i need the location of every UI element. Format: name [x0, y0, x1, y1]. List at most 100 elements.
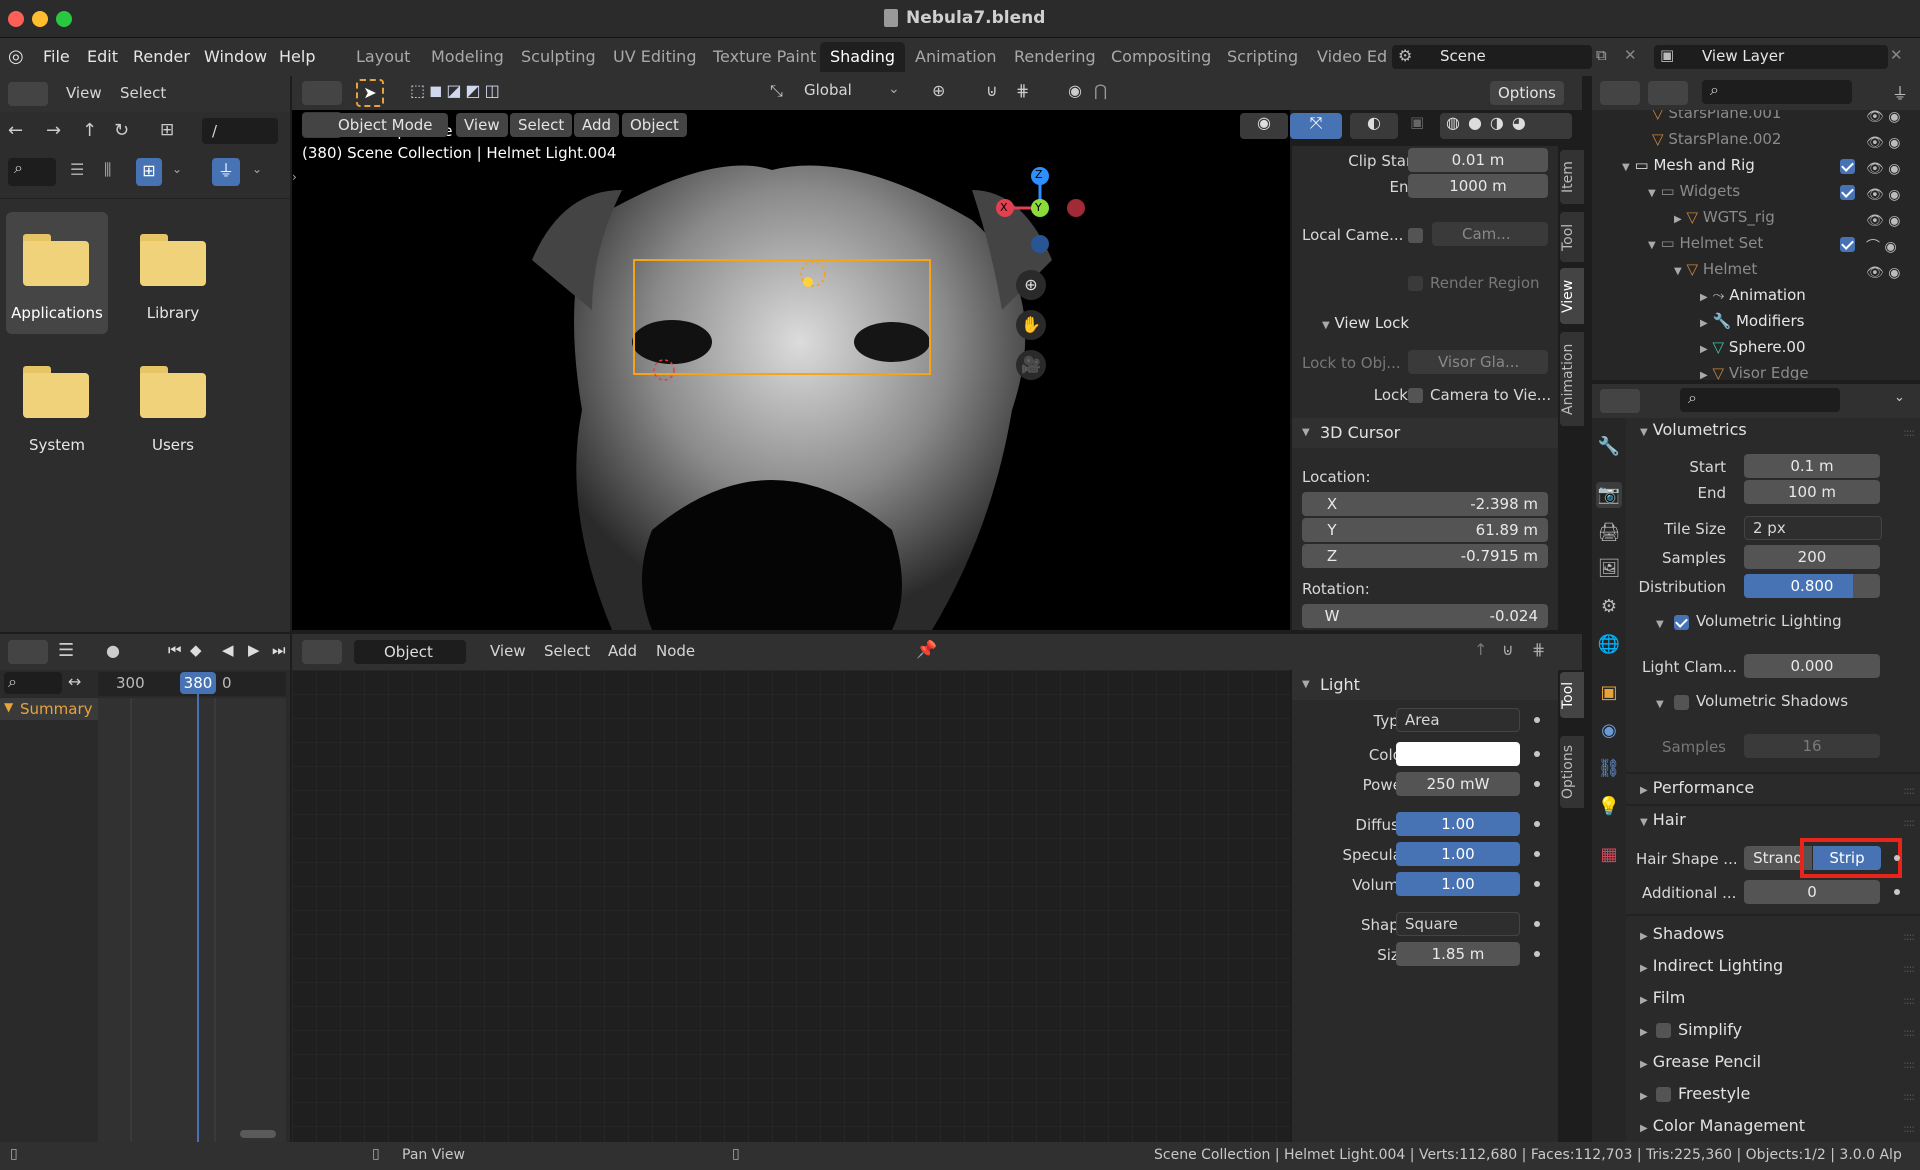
shadow-samples-field[interactable]: 16	[1744, 734, 1880, 758]
volumetric-shadows-checkbox[interactable]	[1674, 695, 1689, 710]
texture-tab-icon[interactable]: ▦	[1596, 842, 1622, 868]
sidebar-tab-tool[interactable]: Tool	[1560, 212, 1584, 262]
properties-options-icon[interactable]: ⌄	[1894, 390, 1905, 405]
prev-keyframe-icon[interactable]: ◆	[190, 641, 202, 659]
tab-video-editing[interactable]: Video Ed	[1307, 42, 1397, 72]
tab-modeling[interactable]: Modeling	[421, 42, 514, 72]
visibility-column[interactable]: 👁 ◉ 👁 ◉ 👁 ◉ 👁 ◉ 👁 ◉ ⌒ ◉ 👁 ◉	[1866, 110, 1916, 286]
tab-animation[interactable]: Animation	[905, 42, 1007, 72]
local-camera-field[interactable]: Cam...	[1432, 222, 1548, 246]
keyframe-dot[interactable]	[1534, 851, 1540, 857]
menu-window[interactable]: Window	[204, 47, 267, 66]
sidebar-tab-view[interactable]: View	[1560, 268, 1584, 324]
toolbar-expand-icon[interactable]: ›	[292, 170, 302, 184]
tab-uv-editing[interactable]: UV Editing	[603, 42, 706, 72]
volumetrics-header[interactable]: ▼ Volumetrics	[1640, 420, 1747, 439]
menu-render[interactable]: Render	[133, 47, 190, 66]
node-tab-tool[interactable]: Tool	[1560, 672, 1584, 718]
maximize-window-button[interactable]	[56, 11, 72, 27]
keyframe-dot[interactable]	[1534, 751, 1540, 757]
drag-handle-icon[interactable]: ::::	[1903, 816, 1915, 829]
summary-row[interactable]: ▼ Summary	[0, 698, 98, 720]
view-lock-header[interactable]: ▼ View Lock	[1322, 314, 1409, 332]
keyframe-dot[interactable]	[1534, 717, 1540, 723]
lock-to-object-field[interactable]: Visor Gla...	[1408, 350, 1548, 374]
distribution-slider[interactable]: 0.800	[1744, 574, 1880, 598]
outliner-row[interactable]: ▶ 🔧 Modifiers	[1700, 312, 1804, 330]
dopesheet-channels[interactable]	[98, 698, 286, 1142]
gizmo-toggle-icon[interactable]: ⤧	[1290, 113, 1342, 139]
hair-header[interactable]: ▼ Hair	[1640, 810, 1686, 829]
record-icon[interactable]: ●	[106, 641, 120, 660]
eye-icon[interactable]: 👁 ◉	[1866, 110, 1916, 130]
power-field[interactable]: 250 mW	[1396, 772, 1520, 796]
snap-icon[interactable]: ⊕	[932, 81, 945, 100]
end-field[interactable]: 100 m	[1744, 480, 1880, 504]
outliner-search-icon[interactable]: ⌕	[1702, 80, 1852, 104]
display-mode-icon[interactable]	[1648, 81, 1688, 105]
drag-handle-icon[interactable]: ::::	[1903, 962, 1915, 975]
proportional-edit-icon[interactable]: ◉	[1068, 81, 1082, 100]
file-item-users[interactable]: Users	[122, 344, 224, 466]
simplify-checkbox[interactable]	[1656, 1023, 1671, 1038]
volumetric-shadows-row[interactable]: ▼	[1656, 692, 1664, 711]
node-select-menu[interactable]: Select	[544, 642, 590, 660]
clip-end-field[interactable]: 1000 m	[1408, 174, 1548, 198]
world-tab-icon[interactable]: 🌐	[1596, 632, 1622, 658]
scene-tab-icon[interactable]: ⚙	[1596, 594, 1622, 620]
tile-size-select[interactable]: 2 px	[1744, 516, 1882, 540]
keyframe-dot[interactable]	[1534, 821, 1540, 827]
tab-texture-paint[interactable]: Texture Paint	[703, 42, 826, 72]
freestyle-checkbox[interactable]	[1656, 1087, 1671, 1102]
drag-handle-icon[interactable]: ::::	[1903, 930, 1915, 943]
select-mode-icons[interactable]: ⬚◼◪◩◫	[410, 81, 530, 105]
file-select-menu[interactable]: Select	[120, 84, 166, 102]
outliner-row[interactable]: ▼ ▭ Helmet Set	[1648, 234, 1763, 252]
select-tool-icon[interactable]: ➤	[356, 79, 384, 107]
drag-handle-icon[interactable]: ::::	[1903, 784, 1915, 797]
tab-shading[interactable]: Shading	[820, 42, 905, 72]
eye-icon[interactable]: 👁 ◉	[1866, 130, 1916, 156]
scrollbar[interactable]	[240, 1130, 276, 1138]
3d-cursor-header[interactable]: ▼ 3D Cursor	[1292, 418, 1558, 448]
drag-handle-icon[interactable]: ::::	[1903, 1090, 1915, 1103]
path-field[interactable]: /	[202, 118, 278, 144]
swap-icon[interactable]: ↔	[68, 672, 81, 691]
diffuse-field[interactable]: 1.00	[1396, 812, 1520, 836]
current-frame-indicator[interactable]: 380	[180, 672, 216, 694]
shading-mode-icons[interactable]: ◍●◑◕	[1440, 113, 1572, 139]
outliner-row[interactable]: ▶ ▽ Visor Edge	[1700, 364, 1809, 380]
cursor-x-field[interactable]: X -2.398 m	[1302, 492, 1548, 516]
snap-node-icon[interactable]: ⊍	[1502, 640, 1514, 659]
cursor-y-field[interactable]: Y 61.89 m	[1302, 518, 1548, 542]
exclude-checkbox[interactable]	[1840, 159, 1855, 174]
outliner-row[interactable]: ▼ ▽ Helmet	[1674, 260, 1757, 278]
timeline-search-icon[interactable]: ⌕	[4, 672, 62, 694]
output-tab-icon[interactable]: 🖨	[1596, 520, 1622, 546]
thumbnail-view-icon[interactable]: ⊞	[136, 158, 162, 186]
editor-type-shader-icon[interactable]	[302, 640, 342, 664]
new-scene-icon[interactable]: ⧉	[1596, 46, 1607, 64]
menu-edit[interactable]: Edit	[87, 47, 118, 66]
editor-type-file-browser-icon[interactable]	[8, 82, 48, 106]
color-management-header[interactable]: ▶ Color Management	[1640, 1116, 1805, 1135]
node-add-menu[interactable]: Add	[608, 642, 637, 660]
drag-handle-icon[interactable]: ::::	[1903, 1122, 1915, 1135]
node-view-menu[interactable]: View	[490, 642, 526, 660]
file-item-system[interactable]: System	[6, 344, 108, 466]
render-region-checkbox[interactable]	[1408, 276, 1423, 291]
tab-scripting[interactable]: Scripting	[1217, 42, 1308, 72]
render-tab-icon[interactable]: 📷	[1596, 482, 1622, 508]
delete-scene-icon[interactable]: ✕	[1624, 46, 1637, 64]
clip-start-field[interactable]: 0.01 m	[1408, 148, 1548, 172]
keyframe-dot[interactable]	[1894, 889, 1900, 895]
file-search-icon[interactable]: ⌕	[8, 158, 56, 186]
eye-icon[interactable]: 👁 ◉	[1866, 260, 1916, 286]
tool-tab-icon[interactable]: 🔧	[1596, 434, 1622, 460]
eye-icon[interactable]: 👁 ◉	[1866, 182, 1916, 208]
menu-hamburger-icon[interactable]: ☰	[58, 640, 74, 661]
viewport-object-menu[interactable]: Object	[622, 113, 687, 137]
playhead[interactable]	[197, 694, 199, 1142]
3d-viewport[interactable]: Camera Perspective (380) Scene Collectio…	[292, 110, 1290, 630]
light-data-tab-icon[interactable]: 💡	[1596, 794, 1622, 820]
